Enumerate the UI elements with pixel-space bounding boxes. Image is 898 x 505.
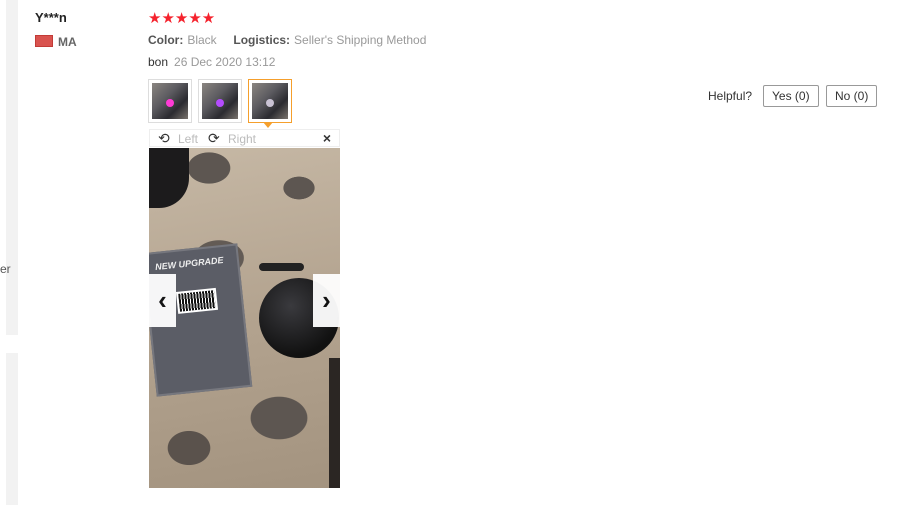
- gutter-white-strip: [0, 0, 6, 505]
- gutter-cut: [6, 335, 18, 353]
- thumbnail-glow: [216, 99, 225, 108]
- review-thumbnail-2[interactable]: [198, 79, 242, 123]
- logistics-label: Logistics:: [233, 33, 291, 47]
- prev-image-button[interactable]: ‹: [149, 274, 176, 327]
- reviewer-country: MA: [58, 35, 77, 49]
- rotate-right-label[interactable]: Right: [228, 132, 256, 146]
- logistics-value: Seller's Shipping Method: [294, 33, 427, 47]
- rotate-right-icon[interactable]: ⟳: [208, 131, 220, 145]
- color-value: Black: [187, 33, 217, 47]
- photo-cable: [259, 263, 304, 271]
- next-image-button[interactable]: ›: [313, 274, 340, 327]
- thumbnail-glow: [166, 99, 175, 108]
- photo-dark-edge: [329, 358, 340, 488]
- review-photo-large: NEW UPGRADE: [149, 148, 340, 488]
- helpful-label: Helpful?: [708, 89, 753, 103]
- review-text: bon: [148, 55, 169, 69]
- order-info: Color: Black Logistics: Seller's Shipping …: [148, 33, 426, 47]
- active-thumbnail-caret-icon: [263, 122, 273, 128]
- image-viewer-toolbar: ⟲ Left ⟳ Right ×: [149, 129, 340, 147]
- reviewer-username: Y***n: [35, 10, 67, 25]
- product-box-header: NEW UPGRADE: [154, 254, 224, 273]
- thumbnail-image: [152, 83, 188, 119]
- barcode-icon: [175, 287, 219, 314]
- thumbnail-image: [202, 83, 238, 119]
- color-label: Color:: [148, 33, 184, 47]
- review-date: 26 Dec 2020 13:12: [174, 55, 276, 69]
- left-edge-text: er: [0, 262, 11, 276]
- thumbnail-glow: [266, 99, 275, 108]
- thumbnail-image: [252, 83, 288, 119]
- review-thumbnail-1[interactable]: [148, 79, 192, 123]
- star-rating: ★★★★★: [148, 10, 216, 27]
- helpful-no-button[interactable]: No (0): [826, 85, 878, 107]
- review-thumbnail-3[interactable]: [248, 79, 292, 123]
- left-gutter: [0, 0, 18, 505]
- review-content: bon 26 Dec 2020 13:12: [148, 55, 275, 69]
- close-icon[interactable]: ×: [323, 130, 331, 146]
- rotate-left-label[interactable]: Left: [178, 132, 198, 146]
- country-flag-icon: [35, 35, 53, 47]
- helpful-yes-button[interactable]: Yes (0): [763, 85, 819, 107]
- rotate-left-icon[interactable]: ⟲: [158, 131, 170, 145]
